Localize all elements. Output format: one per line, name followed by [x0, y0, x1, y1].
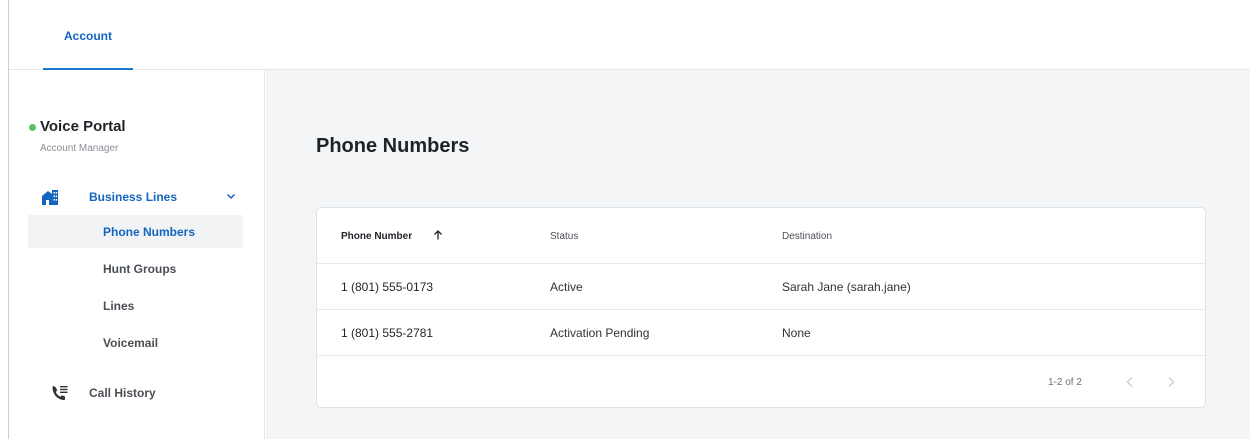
table-row[interactable]: 1 (801) 555-2781 Activation Pending None [317, 310, 1205, 356]
chevron-down-icon[interactable] [225, 190, 237, 202]
sidebar-item-label: Phone Numbers [103, 225, 196, 239]
sidebar-item-label: Call History [89, 386, 156, 400]
portal-title: Voice Portal [40, 118, 126, 135]
phone-numbers-table: Phone Number Status Destination 1 (801) … [316, 207, 1206, 408]
tab-account[interactable]: Account [43, 0, 133, 71]
top-navigation-bar: Account [9, 0, 1250, 71]
table-row[interactable]: 1 (801) 555-0173 Active Sarah Jane (sara… [317, 264, 1205, 310]
sidebar-item-voicemail[interactable]: Voicemail [28, 326, 243, 359]
sidebar-group-business-lines[interactable]: Business Lines [29, 186, 243, 210]
column-header-destination[interactable]: Destination [782, 231, 832, 242]
main-content: Phone Numbers Phone Number Status Destin… [266, 70, 1250, 439]
sort-ascending-icon[interactable] [432, 229, 444, 241]
pagination-range: 1-2 of 2 [1048, 377, 1082, 388]
tab-account-label: Account [64, 29, 112, 43]
sidebar-group-label: Business Lines [89, 190, 178, 204]
column-header-status[interactable]: Status [550, 231, 578, 242]
chevron-right-icon[interactable] [1163, 374, 1179, 390]
chevron-left-icon[interactable] [1122, 374, 1138, 390]
sidebar-item-hunt-groups[interactable]: Hunt Groups [28, 252, 243, 285]
cell-phone-number: 1 (801) 555-2781 [341, 326, 434, 340]
sidebar: Voice Portal Account Manager Business Li… [9, 70, 265, 439]
cell-destination: Sarah Jane (sarah.jane) [782, 280, 911, 294]
table-header: Phone Number Status Destination [317, 208, 1205, 264]
sidebar-item-label: Lines [103, 299, 135, 313]
sidebar-item-phone-numbers[interactable]: Phone Numbers [28, 215, 243, 248]
column-header-phone-number[interactable]: Phone Number [341, 231, 412, 242]
cell-destination: None [782, 326, 811, 340]
status-dot [29, 124, 36, 131]
table-pagination: 1-2 of 2 [317, 356, 1205, 407]
cell-status: Activation Pending [550, 326, 650, 340]
building-icon [42, 190, 58, 205]
sidebar-item-label: Voicemail [103, 336, 159, 350]
portal-subtitle: Account Manager [40, 143, 119, 154]
sidebar-item-lines[interactable]: Lines [28, 289, 243, 322]
sidebar-item-label: Hunt Groups [103, 262, 177, 276]
phone-list-icon [52, 386, 68, 400]
page-title: Phone Numbers [316, 135, 470, 157]
sidebar-item-call-history[interactable]: Call History [29, 382, 243, 406]
cell-status: Active [550, 280, 583, 294]
cell-phone-number: 1 (801) 555-0173 [341, 280, 434, 294]
